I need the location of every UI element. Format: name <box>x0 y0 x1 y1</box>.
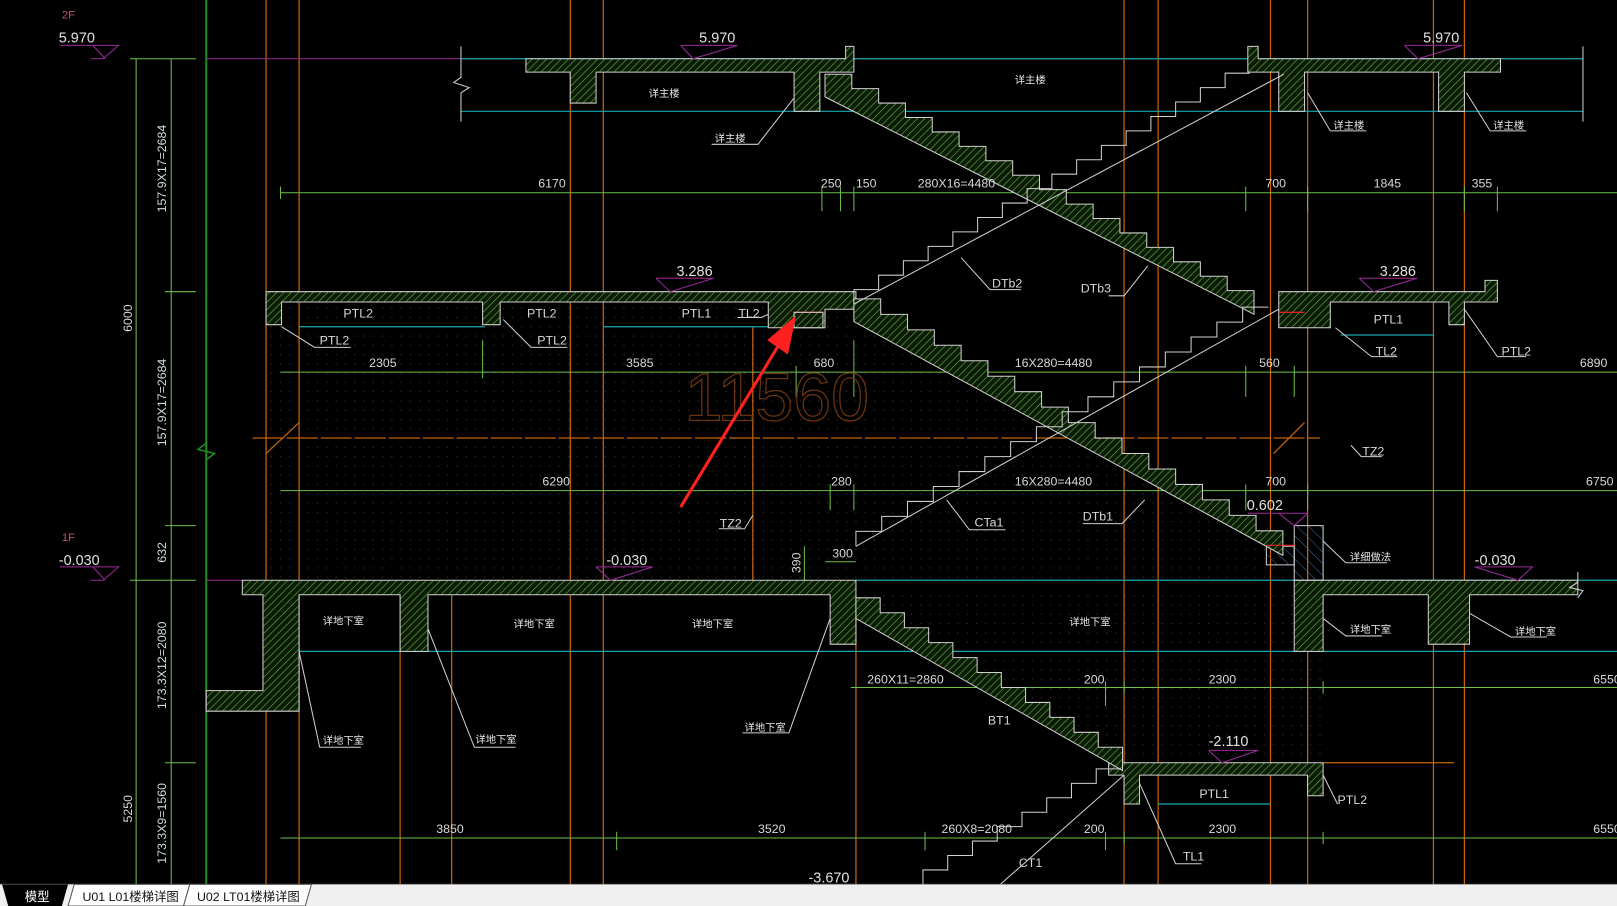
dim-text: 560 <box>1259 356 1280 370</box>
watermark-number: 11560 <box>685 360 869 436</box>
dim-390: 390 <box>789 552 803 573</box>
member-label-cta1: CTa1 <box>975 516 1004 530</box>
dim-text: 200 <box>1084 672 1105 686</box>
dim-text: 300 <box>832 547 853 561</box>
slab-ground-right <box>1293 579 1579 652</box>
tab-u01-l01-stair-detail[interactable]: U01 L01楼梯详图 <box>67 883 191 906</box>
member-label-ptl1: PTL1 <box>682 306 712 320</box>
dim-text: 6890 <box>1580 356 1608 370</box>
tab-label: U02 LT01楼梯详图 <box>197 889 300 904</box>
dim-basement-flight-2: 173.3X9=1560 <box>155 783 169 864</box>
dim-upper-flight: 157.9X17=2684 <box>155 125 169 213</box>
dim-text: 355 <box>1472 177 1493 191</box>
note-basement: 详地下室 <box>692 618 733 631</box>
dim-lower-flight: 157.9X17=2684 <box>155 359 169 447</box>
level-5970: 5.970 <box>699 30 735 46</box>
tab-model[interactable]: 模型 <box>2 884 69 906</box>
tab-label: 模型 <box>25 890 50 904</box>
masonry-wall <box>1293 525 1324 581</box>
note-basement: 详地下室 <box>745 721 786 734</box>
layout-tab-bar: 模型 U01 L01楼梯详图 U02 LT01楼梯详图 <box>0 883 1617 906</box>
member-label-ptl2: PTL2 <box>1502 345 1532 359</box>
member-label-tl2: TL2 <box>1376 345 1397 359</box>
dim-text: 3850 <box>436 822 464 836</box>
dim-text: 6550 <box>1593 822 1617 836</box>
cad-drawing-canvas[interactable]: 2F 5.970 5.970 5.970 3.286 3.286 1F -0.0… <box>0 0 1617 906</box>
dim-text: 280X16=4480 <box>918 177 995 191</box>
dim-text: 2305 <box>369 356 397 370</box>
dim-text: 6750 <box>1586 474 1614 488</box>
note-main-building: 详主楼 <box>1015 73 1046 86</box>
member-label-tz2: TZ2 <box>1362 445 1384 459</box>
tab-label: U01 L01楼梯详图 <box>83 889 179 904</box>
level-3286: 3.286 <box>1380 264 1416 280</box>
dim-text: 6290 <box>542 474 570 488</box>
dim-text: 2300 <box>1209 672 1237 686</box>
dim-text: 3520 <box>758 822 786 836</box>
note-basement: 详地下室 <box>323 615 364 628</box>
member-label-ptl2: PTL2 <box>343 306 373 320</box>
note-main-building: 详主楼 <box>649 87 680 100</box>
note-detail-method: 详细做法 <box>1350 551 1391 564</box>
dim-text: 6170 <box>538 177 566 191</box>
member-label-ptl2: PTL2 <box>1338 793 1368 807</box>
dim-text: 200 <box>1084 822 1105 836</box>
member-label-dtb2: DTb2 <box>992 277 1022 291</box>
member-label-ptl2: PTL2 <box>527 306 557 320</box>
note-basement: 详地下室 <box>514 618 555 631</box>
dim-text: 6550 <box>1593 672 1617 686</box>
dim-632: 632 <box>155 542 169 563</box>
note-basement: 详地下室 <box>475 733 516 746</box>
member-label-ptl1: PTL1 <box>1199 787 1229 801</box>
note-basement: 详地下室 <box>1515 625 1556 638</box>
member-label-dtb3: DTb3 <box>1081 282 1111 296</box>
dim-text: 2300 <box>1209 822 1237 836</box>
member-label-tz2: TZ2 <box>720 517 742 531</box>
level-minus0030: -0.030 <box>606 553 647 569</box>
dim-total-upper: 6000 <box>121 304 135 332</box>
note-basement: 详地下室 <box>1350 623 1391 636</box>
slab-2f-right <box>1247 45 1501 112</box>
member-label-ct1: CT1 <box>1019 856 1042 870</box>
note-main-building: 详主楼 <box>1333 119 1364 132</box>
stair-flight-upper <box>824 73 1255 316</box>
level-3286: 3.286 <box>677 264 713 280</box>
member-label-ptl1: PTL1 <box>1374 313 1404 327</box>
member-label-ptl2: PTL2 <box>320 333 350 347</box>
dim-text: 16X280=4480 <box>1015 356 1092 370</box>
note-main-building: 详主楼 <box>1493 119 1524 132</box>
note-basement: 详地下室 <box>323 734 364 747</box>
dim-text: 250 <box>821 177 842 191</box>
member-label-dtb1: DTb1 <box>1083 510 1113 524</box>
dim-text: 700 <box>1265 177 1286 191</box>
member-label-tl1: TL1 <box>1183 850 1204 864</box>
dim-text: 1845 <box>1374 177 1402 191</box>
dim-text: 260X11=2860 <box>867 672 944 686</box>
dim-total-lower: 5250 <box>121 795 135 823</box>
dim-text: 260X8=2080 <box>942 822 1013 836</box>
dim-text: 700 <box>1265 474 1286 488</box>
floor-label-1f: 1F <box>62 532 75 544</box>
dim-text: 150 <box>856 177 877 191</box>
level-5970: 5.970 <box>59 30 95 46</box>
dim-basement-flight-1: 173.3X12=2080 <box>155 621 169 709</box>
level-minus0030: -0.030 <box>1475 553 1516 569</box>
member-label-tl2: TL2 <box>738 306 759 320</box>
note-main-building: 详主楼 <box>715 132 746 145</box>
level-minus2110: -2.110 <box>1209 734 1249 750</box>
member-label-ptl2: PTL2 <box>537 333 567 347</box>
note-basement: 详地下室 <box>1069 616 1110 629</box>
level-minus0030: -0.030 <box>59 553 100 569</box>
dim-text: 280 <box>831 474 852 488</box>
floor-label-2f: 2F <box>62 10 75 22</box>
level-5970: 5.970 <box>1423 30 1459 46</box>
member-label-bt1: BT1 <box>988 714 1011 728</box>
dim-text: 3585 <box>626 356 654 370</box>
level-0602: 0.602 <box>1247 498 1283 514</box>
slab-ground-left <box>205 579 857 712</box>
dim-text: 16X280=4480 <box>1015 474 1092 488</box>
tab-u02-lt01-stair-detail[interactable]: U02 LT01楼梯详图 <box>183 883 313 906</box>
